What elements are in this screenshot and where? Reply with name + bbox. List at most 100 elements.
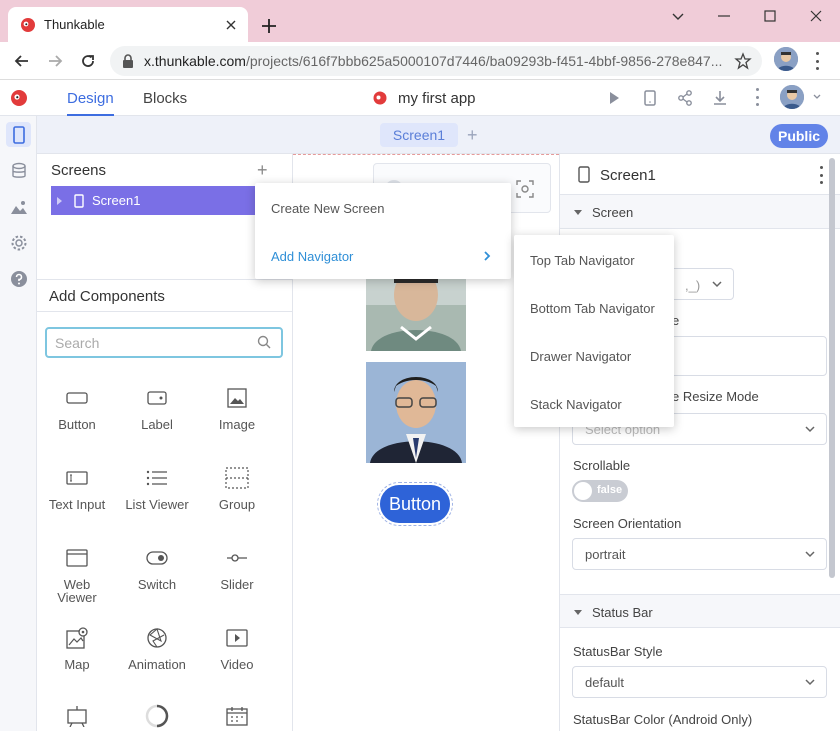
live-test-phone-icon[interactable] [640, 88, 660, 108]
scrollable-label: Scrollable [573, 458, 631, 473]
orientation-select[interactable]: portrait [572, 538, 827, 570]
avatar-chevron-down-icon[interactable] [812, 92, 822, 102]
tab-blocks[interactable]: Blocks [143, 90, 187, 107]
animation-icon [117, 626, 197, 650]
panel-divider [37, 279, 293, 280]
expand-caret-icon[interactable] [57, 196, 62, 205]
reload-icon[interactable] [78, 51, 98, 71]
section-status-bar[interactable]: Status Bar [560, 594, 840, 628]
component-button[interactable]: Button [37, 386, 117, 431]
component-canvas[interactable] [37, 704, 117, 728]
minimize-icon[interactable] [714, 6, 734, 26]
app-button[interactable]: Button [377, 482, 453, 526]
menu-item-bottom-tab-navigator[interactable]: Bottom Tab Navigator [530, 301, 655, 316]
menu-item-stack-navigator[interactable]: Stack Navigator [530, 397, 622, 412]
app-menu-icon[interactable] [754, 88, 760, 106]
window-close-icon[interactable] [806, 6, 826, 26]
browser-tab-strip: Thunkable [0, 0, 840, 42]
component-group[interactable]: Group [197, 466, 277, 511]
scrollable-toggle[interactable]: false [572, 480, 628, 502]
toggle-knob [574, 482, 592, 500]
component-loading-icon-item[interactable] [117, 704, 197, 728]
calendar-icon [197, 704, 277, 728]
phone-icon [74, 193, 84, 208]
video-icon [197, 626, 277, 650]
chevron-down-icon [711, 278, 723, 290]
screen-tab[interactable]: Screen1 [380, 123, 458, 147]
component-web-viewer[interactable]: Web Viewer [37, 546, 117, 604]
screens-title: Screens [51, 162, 107, 179]
component-map[interactable]: Map [37, 626, 117, 671]
screen-item-label: Screen1 [92, 193, 141, 208]
help-icon[interactable] [8, 268, 29, 289]
orientation-label: Screen Orientation [573, 516, 682, 531]
component-animation[interactable]: Animation [117, 626, 197, 671]
user-avatar[interactable] [780, 85, 804, 109]
component-label: Switch [137, 577, 177, 592]
bookmark-star-icon[interactable] [734, 52, 752, 70]
download-icon[interactable] [710, 88, 730, 108]
statusbar-style-value: default [585, 674, 625, 690]
play-icon[interactable] [604, 88, 624, 108]
public-button[interactable]: Public [770, 124, 828, 148]
image-icon [197, 386, 277, 410]
browser-tab[interactable]: Thunkable [8, 7, 248, 42]
properties-scrollbar[interactable] [829, 158, 835, 578]
component-switch[interactable]: Switch [117, 546, 197, 591]
collapse-caret-icon [574, 210, 582, 215]
component-image[interactable]: Image [197, 386, 277, 431]
add-screen-plus-icon[interactable]: + [467, 126, 478, 144]
design-phone-icon[interactable] [6, 122, 31, 147]
component-label-item[interactable]: Label [117, 386, 197, 431]
menu-item-top-tab-navigator[interactable]: Top Tab Navigator [530, 253, 635, 268]
canvas-easel-icon [37, 704, 117, 728]
list-icon [117, 466, 197, 490]
section-screen-title: Screen [592, 205, 634, 220]
search-input[interactable] [55, 334, 245, 351]
screen-list-item[interactable]: Screen1 [51, 186, 271, 215]
share-icon[interactable] [675, 88, 695, 108]
add-components-title: Add Components [49, 288, 165, 305]
maximize-icon[interactable] [760, 6, 780, 26]
browser-profile-avatar[interactable] [774, 47, 798, 71]
fit-screen-icon[interactable] [516, 180, 534, 198]
component-slider[interactable]: Slider [197, 546, 277, 591]
component-date-picker[interactable] [197, 704, 277, 728]
database-icon[interactable] [8, 160, 29, 181]
back-icon[interactable] [12, 51, 32, 71]
component-video[interactable]: Video [197, 626, 277, 671]
web-viewer-icon [37, 546, 117, 570]
project-name[interactable]: my first app [398, 90, 476, 107]
component-text-input[interactable]: Text Input [37, 466, 117, 511]
map-icon [37, 626, 117, 650]
search-icon [257, 335, 271, 349]
component-label: Label [141, 417, 173, 432]
component-list-viewer[interactable]: List Viewer [117, 466, 197, 511]
properties-menu-icon[interactable] [818, 166, 824, 184]
new-tab-icon[interactable] [258, 15, 280, 37]
section-screen[interactable]: Screen [560, 195, 840, 229]
forward-icon[interactable] [45, 51, 65, 71]
assets-image-icon[interactable] [8, 196, 29, 217]
address-bar[interactable]: x.thunkable.com/projects/616f7bbb625a500… [110, 46, 762, 76]
menu-item-add-navigator[interactable]: Add Navigator [271, 249, 353, 264]
statusbar-style-select[interactable]: default [572, 666, 827, 698]
tab-design[interactable]: Design [67, 90, 114, 116]
component-label: Slider [220, 577, 254, 592]
statusbar-color-label: StatusBar Color (Android Only) [573, 712, 753, 727]
portrait-photo-image[interactable] [366, 362, 466, 463]
add-screen-icon[interactable]: + [257, 161, 268, 179]
browser-tab-title: Thunkable [44, 17, 105, 32]
menu-item-drawer-navigator[interactable]: Drawer Navigator [530, 349, 631, 364]
browser-menu-icon[interactable] [814, 52, 820, 70]
statusbar-style-label: StatusBar Style [573, 644, 663, 659]
menu-item-create-new-screen[interactable]: Create New Screen [271, 201, 384, 216]
chevron-down-icon[interactable] [668, 6, 688, 26]
component-search[interactable] [45, 327, 283, 358]
switch-icon [117, 546, 197, 570]
orientation-value: portrait [585, 546, 626, 562]
settings-gear-icon[interactable] [8, 232, 29, 253]
properties-header: Screen1 [560, 154, 840, 195]
thunkable-logo-icon[interactable] [10, 89, 28, 107]
close-tab-icon[interactable] [222, 16, 240, 34]
